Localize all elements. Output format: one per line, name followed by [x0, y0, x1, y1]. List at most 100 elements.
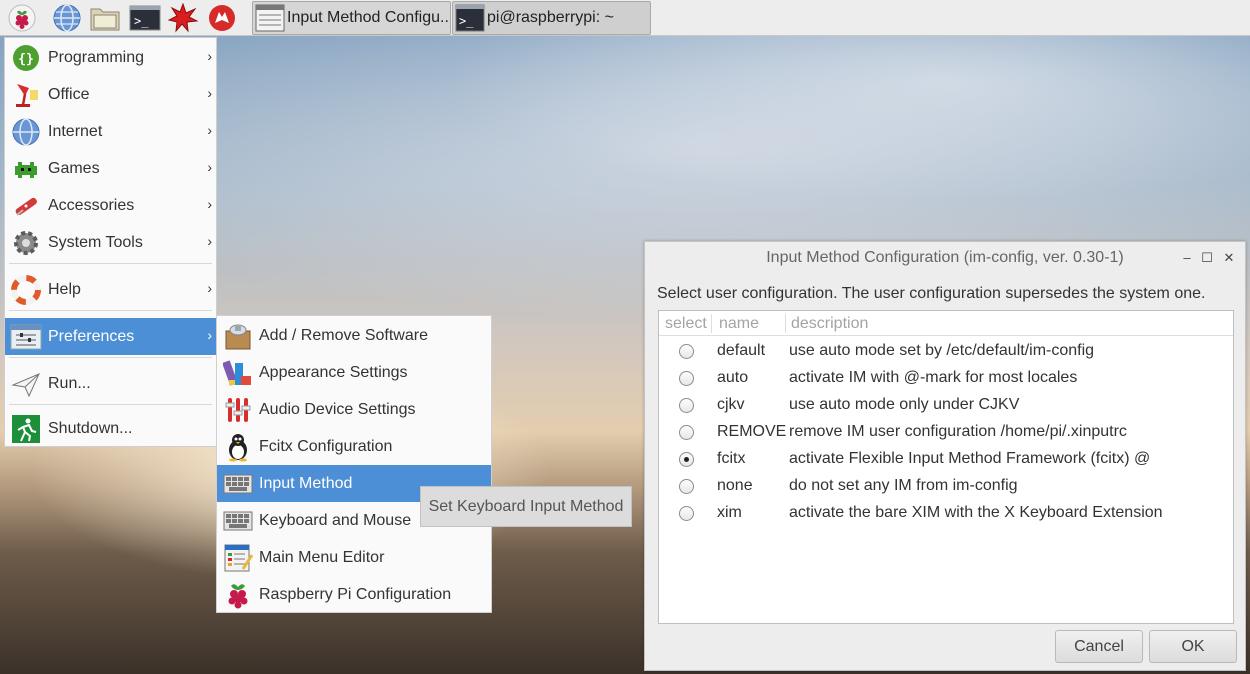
file-manager-icon[interactable]: [89, 2, 121, 34]
svg-text:>_: >_: [459, 14, 474, 28]
column-header-description[interactable]: description: [785, 311, 868, 336]
submenu-item-main-menu-editor[interactable]: Main Menu Editor: [217, 539, 491, 576]
row-description: activate the bare XIM with the X Keyboar…: [789, 504, 1163, 521]
preferences-submenu: Add / Remove Software Appearance Setting…: [216, 315, 492, 613]
mathematica-icon[interactable]: [167, 2, 199, 34]
system-tools-icon: [10, 227, 42, 259]
submenu-item-label: Keyboard and Mouse: [259, 511, 412, 529]
list-header: select name description: [659, 311, 1233, 336]
menu-item-office[interactable]: Office ›: [5, 76, 216, 113]
ok-button[interactable]: OK: [1149, 630, 1237, 663]
raspberry-menu-icon[interactable]: [6, 2, 38, 34]
submenu-item-label: Fcitx Configuration: [259, 437, 393, 455]
row-name: fcitx: [717, 450, 746, 467]
row-description: do not set any IM from im-config: [789, 477, 1018, 494]
close-button[interactable]: ✕: [1219, 248, 1239, 268]
menu-item-internet[interactable]: Internet ›: [5, 113, 216, 150]
column-header-name[interactable]: name: [713, 311, 759, 336]
menu-item-label: Shutdown...: [48, 419, 133, 437]
row-radio[interactable]: [679, 398, 694, 413]
row-radio[interactable]: [679, 506, 694, 521]
chevron-right-icon: ›: [207, 280, 212, 296]
row-radio[interactable]: [679, 425, 694, 440]
audio-device-settings-icon: [223, 395, 253, 425]
taskbar-task-terminal[interactable]: >_ pi@raspberrypi: ~: [452, 1, 651, 35]
row-description: activate Flexible Input Method Framework…: [789, 450, 1151, 467]
submenu-item-label: Input Method: [259, 474, 353, 492]
fcitx-icon: [223, 432, 253, 462]
row-radio[interactable]: [679, 479, 694, 494]
row-radio[interactable]: [679, 371, 694, 386]
menu-item-help[interactable]: Help ›: [5, 271, 216, 308]
raspberry-pi-config-icon: [223, 580, 253, 610]
row-radio[interactable]: [679, 452, 694, 467]
dialog-prompt: Select user configuration. The user conf…: [657, 285, 1206, 302]
menu-item-label: Preferences: [48, 327, 135, 345]
minimize-button[interactable]: –: [1177, 248, 1197, 268]
menu-item-label: Internet: [48, 122, 103, 140]
menu-item-programming[interactable]: {} Programming ›: [5, 39, 216, 76]
games-icon: [10, 153, 42, 185]
submenu-item-label: Audio Device Settings: [259, 400, 416, 418]
row-name: REMOVE: [717, 423, 787, 440]
cancel-button[interactable]: Cancel: [1055, 630, 1143, 663]
column-header-select[interactable]: select: [659, 311, 707, 336]
row-description: remove IM user configuration /home/pi/.x…: [789, 423, 1127, 440]
submenu-item-add-remove-software[interactable]: Add / Remove Software: [217, 317, 491, 354]
row-name: none: [717, 477, 753, 494]
list-row[interactable]: xim activate the bare XIM with the X Key…: [659, 500, 1233, 527]
accessories-icon: [10, 190, 42, 222]
row-radio[interactable]: [679, 344, 694, 359]
menu-item-system-tools[interactable]: System Tools ›: [5, 224, 216, 261]
input-method-icon: [223, 469, 253, 499]
list-row[interactable]: fcitx activate Flexible Input Method Fra…: [659, 446, 1233, 473]
terminal-icon: >_: [455, 4, 485, 32]
dialog-title: Input Method Configuration (im-config, v…: [766, 249, 1124, 266]
taskbar: >_ Input Method Configu... >_ pi@raspber…: [0, 0, 1250, 36]
chevron-right-icon: ›: [207, 196, 212, 212]
tooltip: Set Keyboard Input Method: [420, 486, 632, 527]
menu-item-accessories[interactable]: Accessories ›: [5, 187, 216, 224]
chevron-right-icon: ›: [207, 233, 212, 249]
keyboard-icon: [223, 506, 253, 536]
run-icon: [10, 368, 42, 400]
list-row[interactable]: none do not set any IM from im-config: [659, 473, 1233, 500]
input-method-window-icon: [255, 4, 285, 32]
office-icon: [10, 79, 42, 111]
wolfram-icon[interactable]: [206, 2, 238, 34]
submenu-item-label: Main Menu Editor: [259, 548, 385, 566]
submenu-item-raspberry-pi-configuration[interactable]: Raspberry Pi Configuration: [217, 576, 491, 613]
chevron-right-icon: ›: [207, 85, 212, 101]
submenu-item-fcitx-configuration[interactable]: Fcitx Configuration: [217, 428, 491, 465]
menu-item-games[interactable]: Games ›: [5, 150, 216, 187]
shutdown-icon: [10, 413, 42, 445]
taskbar-task-input-method[interactable]: Input Method Configu...: [252, 1, 451, 35]
list-row[interactable]: REMOVE remove IM user configuration /hom…: [659, 419, 1233, 446]
row-name: default: [717, 342, 766, 359]
chevron-right-icon: ›: [207, 48, 212, 64]
internet-icon: [10, 116, 42, 148]
web-browser-icon[interactable]: [51, 2, 83, 34]
main-menu: {} Programming › Office › Internet › Gam…: [4, 37, 217, 447]
menu-separator: [9, 263, 212, 264]
menu-item-label: Programming: [48, 48, 145, 66]
svg-text:{}: {}: [18, 52, 34, 67]
column-divider: [711, 314, 712, 333]
programming-icon: {}: [10, 42, 42, 74]
list-row[interactable]: auto activate IM with @-mark for most lo…: [659, 365, 1233, 392]
submenu-item-audio-device-settings[interactable]: Audio Device Settings: [217, 391, 491, 428]
submenu-item-appearance-settings[interactable]: Appearance Settings: [217, 354, 491, 391]
terminal-icon[interactable]: >_: [129, 2, 161, 34]
menu-editor-icon: [223, 543, 253, 573]
menu-item-preferences[interactable]: Preferences ›: [5, 318, 216, 355]
list-row[interactable]: cjkv use auto mode only under CJKV: [659, 392, 1233, 419]
list-row[interactable]: default use auto mode set by /etc/defaul…: [659, 338, 1233, 365]
menu-item-shutdown[interactable]: Shutdown...: [5, 410, 216, 447]
chevron-right-icon: ›: [207, 327, 212, 343]
chevron-right-icon: ›: [207, 122, 212, 138]
im-config-dialog: Input Method Configuration (im-config, v…: [644, 241, 1246, 671]
task-label: Input Method Configu...: [287, 9, 451, 26]
menu-separator: [9, 404, 212, 405]
maximize-button[interactable]: ☐: [1197, 248, 1217, 268]
menu-item-run[interactable]: Run...: [5, 365, 216, 402]
